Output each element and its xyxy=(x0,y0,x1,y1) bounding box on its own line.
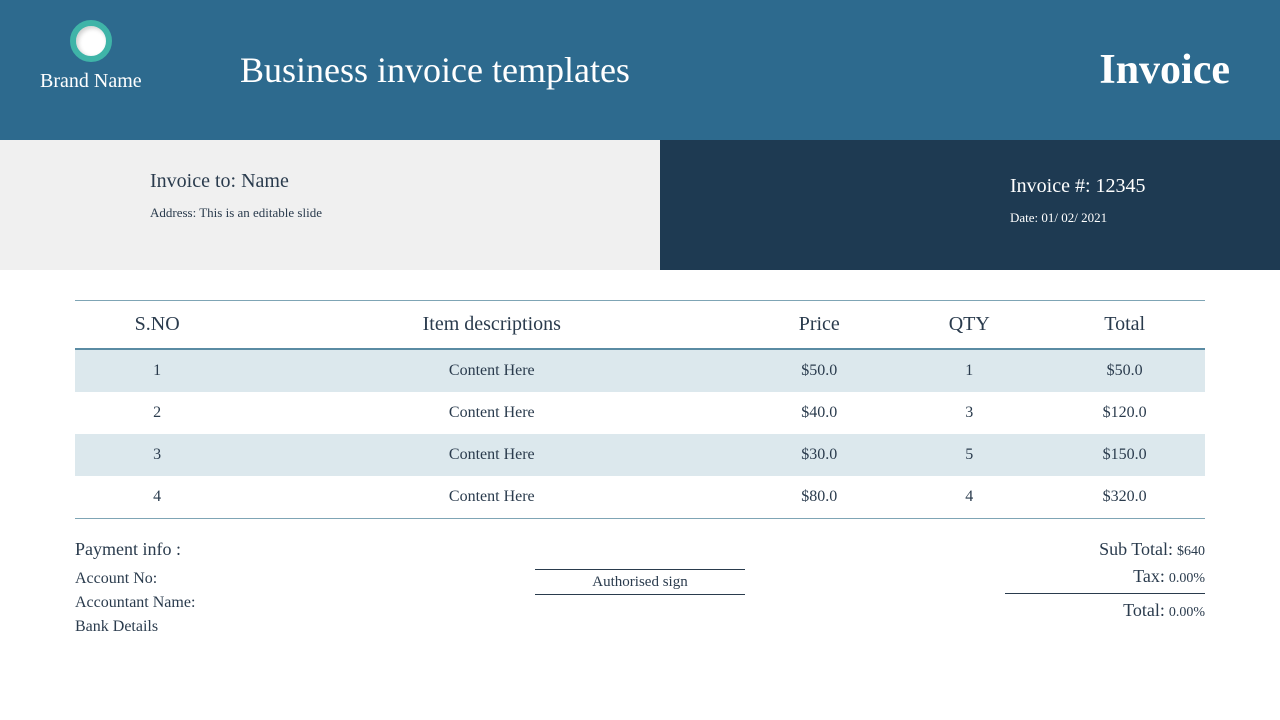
authorised-sign: Authorised sign xyxy=(535,574,745,595)
cell-sno: 1 xyxy=(75,349,239,392)
accountant-name: Accountant Name: xyxy=(75,594,195,612)
subtotal-row: Sub Total: $640 xyxy=(1005,539,1205,560)
cell-qty: 1 xyxy=(894,349,1044,392)
footer: Payment info : Account No: Accountant Na… xyxy=(75,539,1205,659)
cell-price: $50.0 xyxy=(744,349,894,392)
cell-total: $120.0 xyxy=(1044,392,1205,434)
cell-desc: Content Here xyxy=(239,392,744,434)
header-bar: Brand Name Business invoice templates In… xyxy=(0,0,1280,140)
payment-heading: Payment info : xyxy=(75,539,195,560)
col-desc: Item descriptions xyxy=(239,301,744,350)
cell-qty: 5 xyxy=(894,434,1044,476)
col-price: Price xyxy=(744,301,894,350)
invoice-to-address: Address: This is an editable slide xyxy=(150,205,660,221)
table-row: 4Content Here$80.04$320.0 xyxy=(75,476,1205,519)
invoice-table: S.NO Item descriptions Price QTY Total 1… xyxy=(75,300,1205,519)
table-row: 3Content Here$30.05$150.0 xyxy=(75,434,1205,476)
meta-band: Invoice #: 12345 Date: 01/ 02/ 2021 Invo… xyxy=(0,140,1280,270)
cell-price: $30.0 xyxy=(744,434,894,476)
sign-line xyxy=(535,569,745,570)
table-header-row: S.NO Item descriptions Price QTY Total xyxy=(75,301,1205,350)
cell-total: $150.0 xyxy=(1044,434,1205,476)
col-total: Total xyxy=(1044,301,1205,350)
cell-qty: 4 xyxy=(894,476,1044,519)
cell-desc: Content Here xyxy=(239,434,744,476)
cell-sno: 2 xyxy=(75,392,239,434)
account-no: Account No: xyxy=(75,570,195,588)
cell-sno: 3 xyxy=(75,434,239,476)
cell-price: $40.0 xyxy=(744,392,894,434)
total-row: Total: 0.00% xyxy=(1005,600,1205,621)
table-row: 1Content Here$50.01$50.0 xyxy=(75,349,1205,392)
invoice-date: Date: 01/ 02/ 2021 xyxy=(1010,210,1280,226)
totals-block: Sub Total: $640 Tax: 0.00% Total: 0.00% xyxy=(1005,539,1205,627)
brand-name: Brand Name xyxy=(40,70,142,93)
table-row: 2Content Here$40.03$120.0 xyxy=(75,392,1205,434)
invoice-number: Invoice #: 12345 xyxy=(1010,175,1280,198)
cell-total: $320.0 xyxy=(1044,476,1205,519)
invoice-to-block: Invoice to: Name Address: This is an edi… xyxy=(0,140,660,270)
totals-rule xyxy=(1005,593,1205,594)
invoice-to-name: Invoice to: Name xyxy=(150,170,660,193)
col-sno: S.NO xyxy=(75,301,239,350)
cell-desc: Content Here xyxy=(239,476,744,519)
cell-total: $50.0 xyxy=(1044,349,1205,392)
logo-circle-icon xyxy=(70,20,112,62)
page-title: Business invoice templates xyxy=(240,49,630,91)
invoice-heading: Invoice xyxy=(1099,46,1230,94)
cell-desc: Content Here xyxy=(239,349,744,392)
tax-row: Tax: 0.00% xyxy=(1005,566,1205,587)
cell-sno: 4 xyxy=(75,476,239,519)
bank-details: Bank Details xyxy=(75,618,195,636)
cell-qty: 3 xyxy=(894,392,1044,434)
cell-price: $80.0 xyxy=(744,476,894,519)
col-qty: QTY xyxy=(894,301,1044,350)
payment-info: Payment info : Account No: Accountant Na… xyxy=(75,539,195,659)
invoice-meta-right: Invoice #: 12345 Date: 01/ 02/ 2021 xyxy=(660,140,1280,270)
logo-area: Brand Name xyxy=(40,20,142,93)
